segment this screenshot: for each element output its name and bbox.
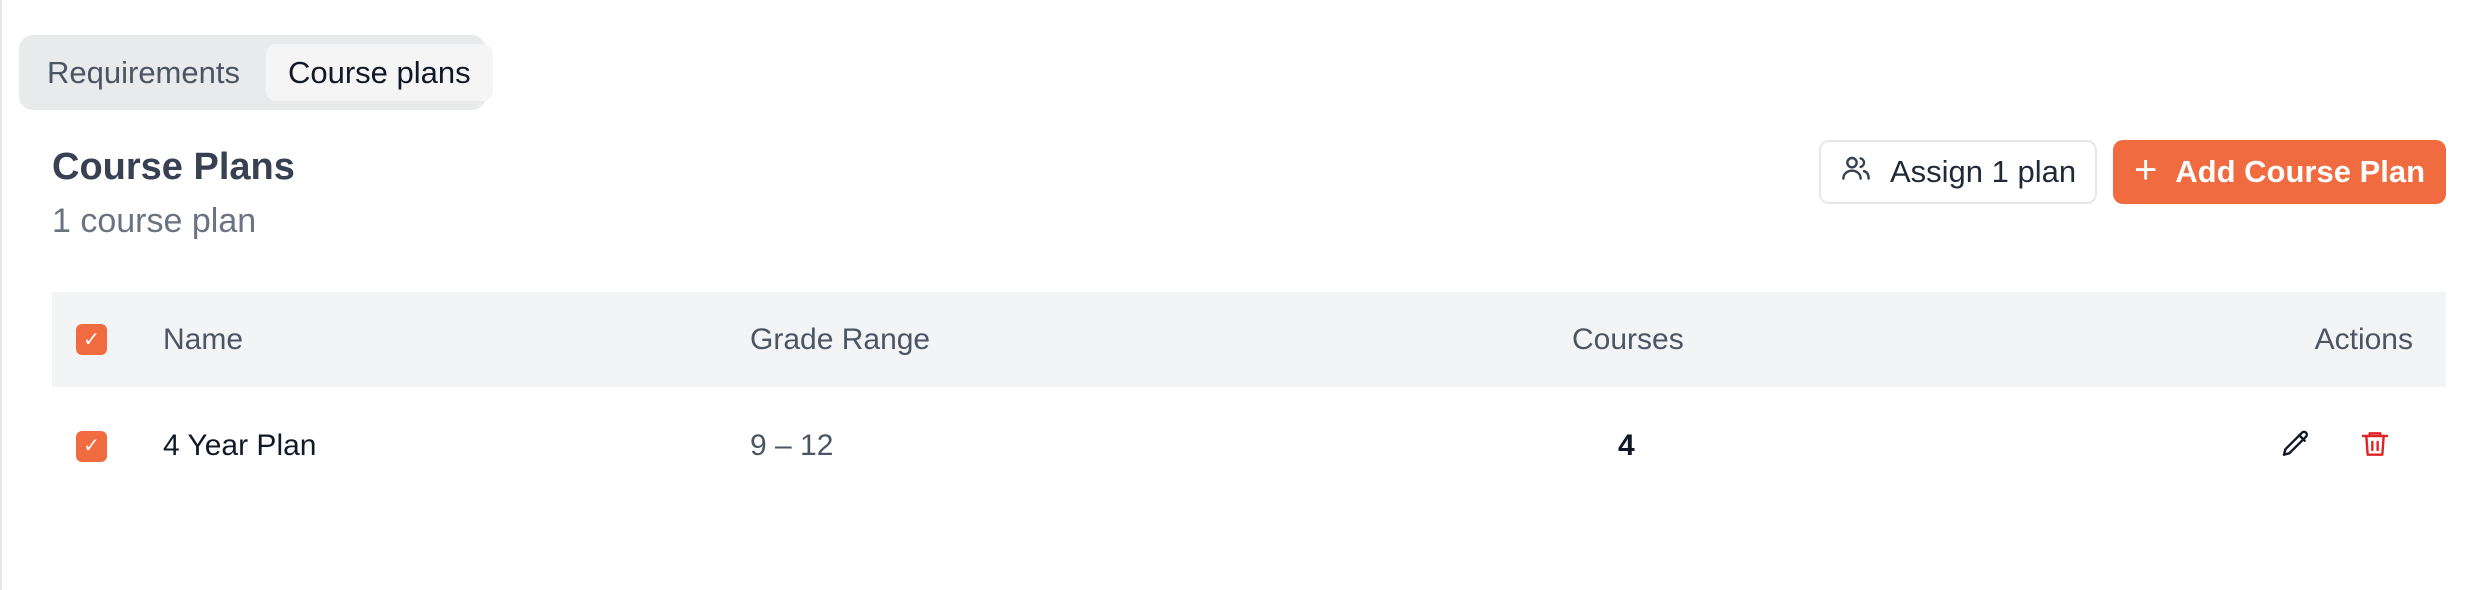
plan-count: 1 course plan	[52, 202, 257, 240]
add-course-plan-button[interactable]: + Add Course Plan	[2113, 140, 2446, 204]
column-header-courses[interactable]: Courses	[1572, 292, 1684, 387]
column-header-grade-range[interactable]: Grade Range	[750, 292, 930, 387]
select-all-cell: ✓	[76, 292, 107, 387]
plan-name[interactable]: 4 Year Plan	[163, 392, 316, 500]
add-course-plan-label: Add Course Plan	[2175, 154, 2426, 189]
page-title: Course Plans	[52, 146, 295, 188]
tab-requirements[interactable]: Requirements	[25, 44, 262, 101]
delete-plan-button[interactable]	[2357, 428, 2393, 464]
trash-icon	[2359, 428, 2391, 465]
tab-course-plans[interactable]: Course plans	[265, 44, 493, 101]
edit-plan-button[interactable]	[2278, 428, 2314, 464]
column-header-name[interactable]: Name	[163, 292, 243, 387]
pencil-icon	[2280, 428, 2312, 465]
check-icon: ✓	[83, 435, 100, 457]
select-all-checkbox[interactable]: ✓	[76, 324, 107, 355]
users-icon	[1840, 152, 1872, 192]
table-row: ✓ 4 Year Plan 9 – 12 4	[52, 392, 2446, 500]
table-header: ✓ Name Grade Range Courses Actions	[52, 292, 2446, 387]
page-frame: Requirements Course plans Course Plans 1…	[0, 0, 2478, 590]
plus-icon: +	[2133, 148, 2158, 192]
assign-plan-label: Assign 1 plan	[1889, 154, 2077, 189]
grade-range: 9 – 12	[750, 429, 834, 462]
column-header-actions: Actions	[2314, 322, 2413, 356]
check-icon: ✓	[83, 328, 100, 351]
assign-plan-button[interactable]: Assign 1 plan	[1819, 140, 2097, 204]
course-count: 4	[1618, 429, 1635, 462]
tab-bar: Requirements Course plans	[19, 35, 493, 110]
row-select-cell: ✓	[76, 392, 107, 500]
row-checkbox[interactable]: ✓	[76, 430, 107, 462]
